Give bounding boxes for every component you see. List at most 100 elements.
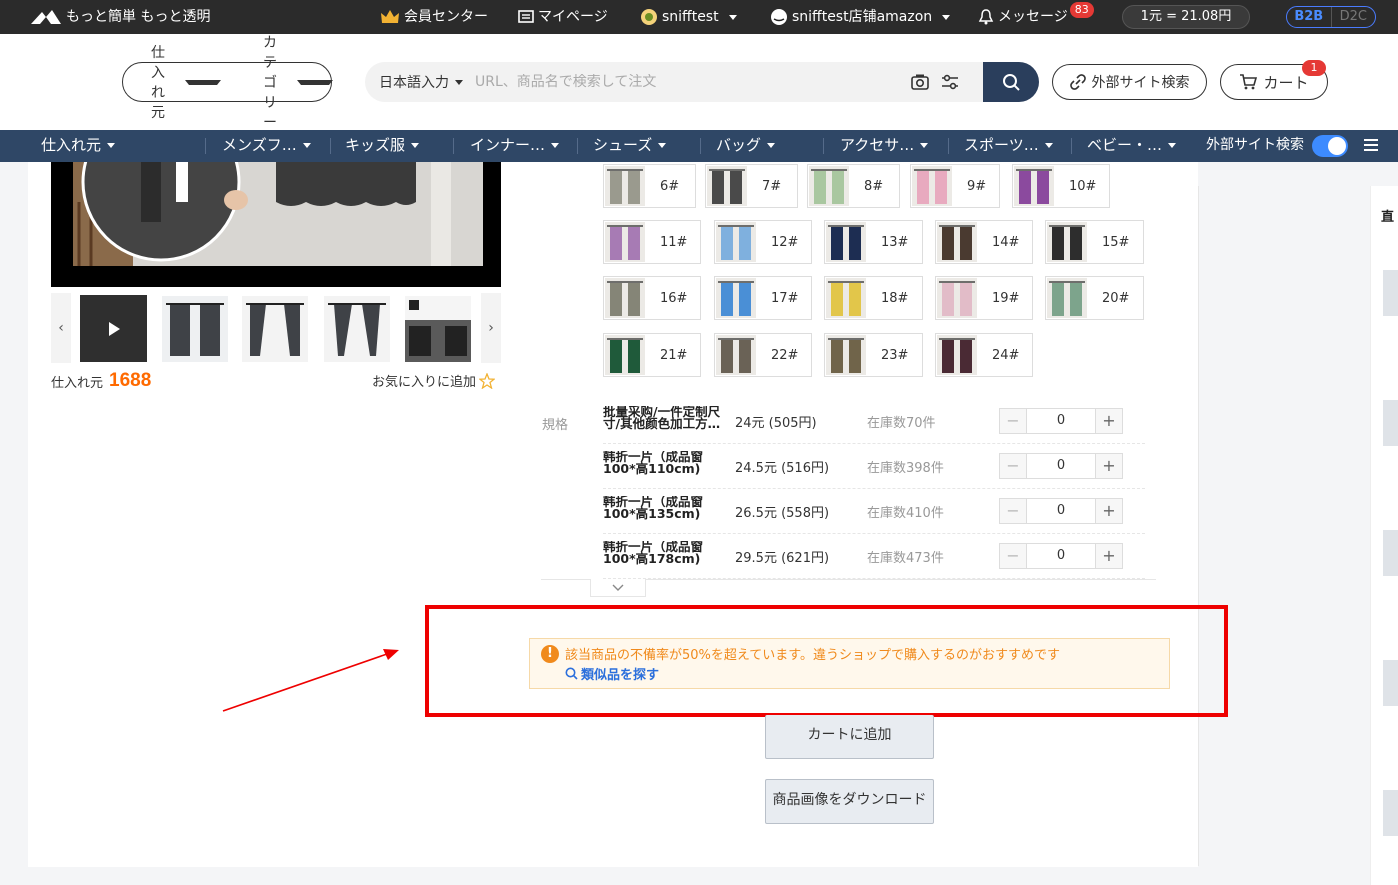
- image-thumbnail[interactable]: [405, 296, 471, 362]
- related-item-thumb[interactable]: [1383, 660, 1398, 706]
- nav-item-bags[interactable]: バッグ: [716, 130, 776, 160]
- input-language-select[interactable]: 日本語入力: [365, 72, 475, 92]
- nav-item-inner[interactable]: インナー…: [470, 130, 560, 160]
- spec-stock: 在庫数398件: [867, 461, 944, 476]
- video-thumbnail[interactable]: [80, 295, 147, 362]
- color-option[interactable]: 12#: [714, 220, 812, 264]
- increment-button[interactable]: +: [1096, 499, 1122, 523]
- b2b-option[interactable]: B2B: [1287, 7, 1331, 27]
- related-item-thumb[interactable]: [1383, 270, 1398, 316]
- search-input[interactable]: [475, 74, 905, 90]
- mypage-link[interactable]: マイページ: [518, 0, 608, 34]
- monitor-icon: [518, 10, 534, 23]
- thumb-next-button[interactable]: ›: [481, 293, 501, 363]
- color-option[interactable]: 13#: [824, 220, 923, 264]
- messages-link[interactable]: メッセージ 83: [978, 0, 1094, 34]
- b2b-d2c-switch[interactable]: B2B D2C: [1286, 6, 1376, 28]
- color-swatch: [937, 335, 977, 375]
- mypage-label: マイページ: [538, 9, 608, 25]
- source-logo[interactable]: 1688: [109, 370, 151, 392]
- panel-divider: [1198, 186, 1199, 866]
- nav-item-accessories[interactable]: アクセサ…: [840, 130, 929, 160]
- image-thumbnail[interactable]: [162, 296, 228, 362]
- color-option[interactable]: 20#: [1045, 276, 1144, 320]
- external-search-toggle[interactable]: [1312, 135, 1348, 157]
- highlight-box: [425, 605, 1228, 717]
- nav-item-sports[interactable]: スポーツ…: [964, 130, 1053, 160]
- color-option[interactable]: 22#: [714, 333, 812, 377]
- image-thumbnail[interactable]: [324, 296, 390, 362]
- nav-label: シューズ: [593, 136, 653, 154]
- nav-item-shoes[interactable]: シューズ: [593, 130, 667, 160]
- increment-button[interactable]: +: [1096, 409, 1122, 433]
- color-option[interactable]: 10#: [1012, 164, 1110, 208]
- curtain-thumb-icon: [324, 296, 390, 362]
- color-swatch: [605, 166, 645, 206]
- member-center-link[interactable]: 会員センター: [380, 0, 488, 34]
- search-bar: 日本語入力: [365, 62, 1039, 102]
- external-search-button[interactable]: 外部サイト検索: [1052, 64, 1207, 100]
- related-item-thumb[interactable]: [1383, 400, 1398, 446]
- color-option[interactable]: 6#: [603, 164, 696, 208]
- category-select-label: カテゴリー: [263, 35, 277, 131]
- quantity-input[interactable]: 0: [1026, 454, 1096, 478]
- main-product-image[interactable]: [51, 162, 501, 287]
- nav-item-mens[interactable]: メンズフ…: [222, 130, 311, 160]
- camera-search-button[interactable]: [905, 73, 935, 91]
- color-option[interactable]: 15#: [1045, 220, 1144, 264]
- increment-button[interactable]: +: [1096, 454, 1122, 478]
- add-to-cart-button[interactable]: カートに追加: [765, 715, 934, 759]
- source-info: 仕入れ元 1688: [51, 370, 151, 392]
- related-item-thumb[interactable]: [1383, 790, 1398, 836]
- source-select[interactable]: 仕入れ元: [123, 42, 235, 122]
- add-favorite-button[interactable]: お気に入りに追加: [372, 371, 496, 390]
- quantity-input[interactable]: 0: [1026, 499, 1096, 523]
- color-option[interactable]: 23#: [824, 333, 923, 377]
- decrement-button[interactable]: −: [1000, 499, 1026, 523]
- site-logo[interactable]: もっと簡単 もっと透明: [30, 0, 210, 34]
- color-option[interactable]: 18#: [824, 276, 923, 320]
- decrement-button[interactable]: −: [1000, 409, 1026, 433]
- expand-specs-button[interactable]: [590, 579, 646, 597]
- category-select[interactable]: カテゴリー: [235, 32, 347, 132]
- color-option-label: 16#: [660, 290, 688, 306]
- nav-label: キッズ服: [345, 136, 406, 154]
- increment-button[interactable]: +: [1096, 544, 1122, 568]
- quantity-input[interactable]: 0: [1026, 409, 1096, 433]
- user-menu[interactable]: snifftest: [640, 0, 737, 34]
- thumb-prev-button[interactable]: ‹: [51, 293, 71, 363]
- decrement-button[interactable]: −: [1000, 454, 1026, 478]
- nav-item-source[interactable]: 仕入れ元: [41, 130, 116, 160]
- color-option[interactable]: 17#: [714, 276, 812, 320]
- color-option[interactable]: 24#: [935, 333, 1033, 377]
- color-option[interactable]: 14#: [935, 220, 1033, 264]
- related-item-thumb[interactable]: [1383, 530, 1398, 576]
- color-option-label: 8#: [864, 178, 884, 194]
- color-option[interactable]: 8#: [807, 164, 900, 208]
- nav-label: インナー…: [470, 136, 546, 154]
- color-swatch: [809, 166, 849, 206]
- search-button[interactable]: [983, 62, 1039, 102]
- filter-button[interactable]: [935, 73, 965, 91]
- quantity-input[interactable]: 0: [1026, 544, 1096, 568]
- amazon-icon: [771, 9, 787, 25]
- decrement-button[interactable]: −: [1000, 544, 1026, 568]
- download-images-button[interactable]: 商品画像をダウンロード: [765, 779, 934, 824]
- color-option[interactable]: 16#: [603, 276, 701, 320]
- spec-row: 批量采购/一件定制尺寸/其他颜色加工方… 24元 (505円) 在庫数70件 −0 +: [603, 400, 1145, 444]
- color-option[interactable]: 11#: [603, 220, 701, 264]
- color-option-label: 13#: [881, 234, 909, 250]
- d2c-option[interactable]: D2C: [1330, 7, 1376, 27]
- image-thumbnail[interactable]: [242, 296, 308, 362]
- menu-icon[interactable]: [1364, 139, 1378, 153]
- color-option[interactable]: 19#: [935, 276, 1033, 320]
- color-option-label: 18#: [881, 290, 909, 306]
- annotation-arrow: [222, 649, 399, 712]
- color-option[interactable]: 21#: [603, 333, 701, 377]
- nav-item-baby[interactable]: ベビー・…: [1087, 130, 1177, 160]
- shop-menu[interactable]: snifftest店铺amazon: [770, 0, 951, 34]
- color-option[interactable]: 9#: [910, 164, 1000, 208]
- color-option[interactable]: 7#: [705, 164, 798, 208]
- nav-item-kids[interactable]: キッズ服: [345, 130, 420, 160]
- color-option-label: 7#: [762, 178, 782, 194]
